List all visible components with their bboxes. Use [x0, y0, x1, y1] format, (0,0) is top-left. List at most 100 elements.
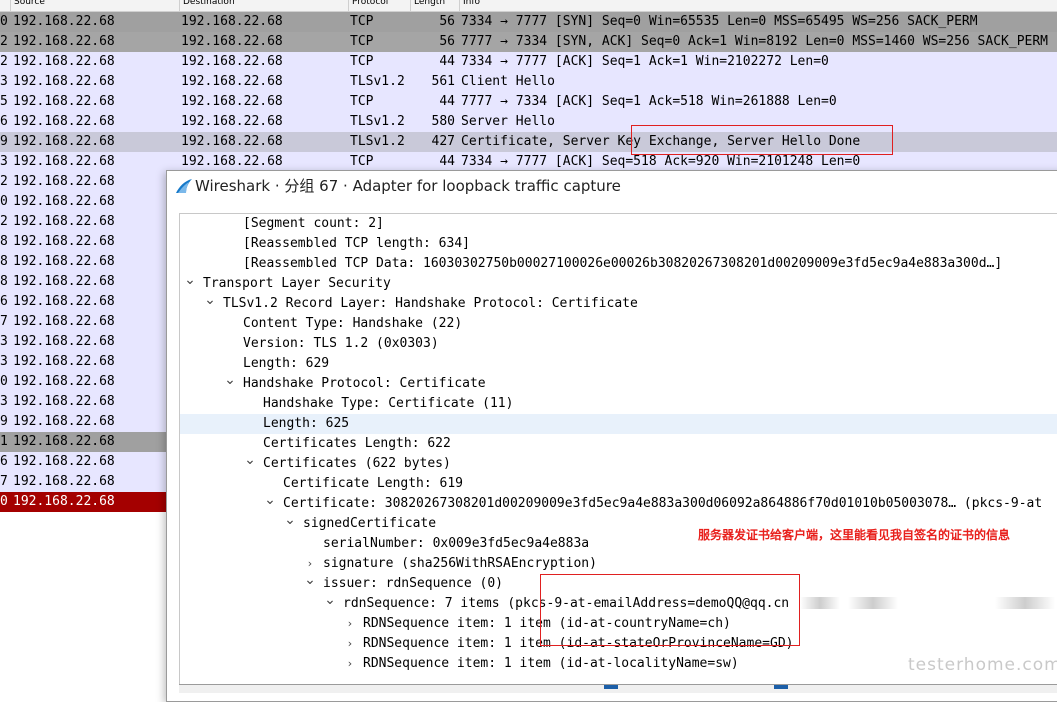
packet-number-tail: 6 — [0, 294, 8, 309]
packet-info: Server Hello — [461, 114, 555, 129]
tree-node[interactable]: [Reassembled TCP length: 634] — [180, 234, 1057, 254]
packet-row[interactable]: 6 192.168.22.68 192.168.22.68 TLSv1.2 580 Ser… — [0, 112, 1057, 132]
window-title-bar[interactable]: Wireshark · 分组 67 · Adapter for loopback… — [167, 171, 1057, 201]
expand-chevron-down-icon[interactable]: ⌄ — [204, 290, 216, 310]
column-header-destination[interactable]: Destination — [179, 0, 235, 11]
packet-info: Client Hello — [461, 74, 555, 89]
packet-row[interactable]: 9 192.168.22.68 192.168.22.68 TLSv1.2 427 Cer… — [0, 132, 1057, 152]
packet-length: 561 — [431, 74, 455, 89]
tree-node-label: TLSv1.2 Record Layer: Handshake Protocol… — [223, 296, 638, 311]
packet-source: 192.168.22.68 — [13, 194, 115, 209]
column-header-length[interactable]: Length — [410, 0, 445, 11]
expand-chevron-down-icon[interactable]: ⌄ — [264, 490, 276, 510]
packet-row[interactable]: 3 192.168.22.68 192.168.22.68 TCP 44 7334 → 7… — [0, 152, 1057, 172]
packet-row[interactable]: 2 192.168.22.68 192.168.22.68 TCP 44 7334 → 7… — [0, 52, 1057, 72]
packet-destination: 192.168.22.68 — [181, 134, 283, 149]
packet-number-tail: 3 — [0, 74, 8, 89]
packet-source: 192.168.22.68 — [13, 14, 115, 29]
packet-number-tail: 8 — [0, 234, 8, 249]
packet-length: 427 — [431, 134, 455, 149]
tree-node-label: Certificate Length: 619 — [283, 476, 464, 491]
tree-node[interactable]: Handshake Type: Certificate (11) — [180, 394, 1057, 414]
redaction-blur — [995, 597, 1055, 609]
packet-source: 192.168.22.68 — [13, 414, 115, 429]
packet-protocol: TCP — [350, 34, 374, 49]
tree-node[interactable]: Length: 629 — [180, 354, 1057, 374]
packet-number-tail: 2 — [0, 214, 8, 229]
packet-source: 192.168.22.68 — [13, 454, 115, 469]
packet-number-tail: 2 — [0, 34, 8, 49]
packet-destination: 192.168.22.68 — [181, 74, 283, 89]
packet-row[interactable]: 3 192.168.22.68 192.168.22.68 TLSv1.2 561 Cli… — [0, 72, 1057, 92]
packet-number-tail: 0 — [0, 374, 8, 389]
packet-source: 192.168.22.68 — [13, 154, 115, 169]
packet-length: 44 — [439, 154, 455, 169]
column-header-source[interactable]: Source — [10, 0, 45, 11]
packet-number-tail: 3 — [0, 394, 8, 409]
expand-chevron-down-icon[interactable]: ⌄ — [244, 450, 256, 470]
packet-destination: 192.168.22.68 — [181, 154, 283, 169]
packet-source: 192.168.22.68 — [13, 254, 115, 269]
packet-source: 192.168.22.68 — [13, 174, 115, 189]
packet-number-tail: 9 — [0, 414, 8, 429]
tree-node[interactable]: [Reassembled TCP Data: 16030302750b00027… — [180, 254, 1057, 274]
column-header-protocol[interactable]: Protocol — [348, 0, 388, 11]
packet-number-tail: 2 — [0, 174, 8, 189]
tree-node-label: Certificates Length: 622 — [263, 436, 451, 451]
packet-source: 192.168.22.68 — [13, 214, 115, 229]
expand-chevron-down-icon[interactable]: ⌄ — [304, 570, 316, 590]
packet-row[interactable]: 2 192.168.22.68 192.168.22.68 TCP 56 7777 → 7… — [0, 32, 1057, 52]
redaction-blur — [848, 597, 898, 609]
packet-length: 580 — [431, 114, 455, 129]
tree-node[interactable]: ⌄ Certificates (622 bytes) — [180, 452, 1057, 474]
pane-splitter[interactable] — [179, 684, 1057, 693]
packet-source: 192.168.22.68 — [13, 134, 115, 149]
splitter-handle[interactable] — [774, 685, 788, 689]
packet-number-tail: 6 — [0, 114, 8, 129]
tree-node[interactable]: Certificate Length: 619 — [180, 474, 1057, 494]
tree-node[interactable]: ⌄ TLSv1.2 Record Layer: Handshake Protoco… — [180, 292, 1057, 314]
tree-node-label: Certificates (622 bytes) — [263, 456, 451, 471]
expand-chevron-down-icon[interactable]: ⌄ — [324, 590, 336, 610]
tree-node-label: RDNSequence item: 1 item (id-at-locality… — [363, 656, 739, 671]
packet-source: 192.168.22.68 — [13, 494, 115, 509]
packet-destination: 192.168.22.68 — [181, 34, 283, 49]
packet-row[interactable]: 0 192.168.22.68 192.168.22.68 TCP 56 7334 → 7… — [0, 12, 1057, 32]
tree-node-label: Length: 629 — [243, 356, 330, 371]
expand-chevron-down-icon[interactable]: ⌄ — [224, 370, 236, 390]
packet-protocol: TCP — [350, 94, 374, 109]
collapse-chevron-right-icon[interactable]: › — [344, 614, 356, 634]
tree-node[interactable]: ⌄ Handshake Protocol: Certificate — [180, 372, 1057, 394]
tree-node[interactable]: Content Type: Handshake (22) — [180, 314, 1057, 334]
packet-source: 192.168.22.68 — [13, 354, 115, 369]
packet-protocol: TLSv1.2 — [350, 74, 405, 89]
tree-node[interactable]: ⌄ Transport Layer Security — [180, 272, 1057, 294]
expand-chevron-down-icon[interactable]: ⌄ — [284, 510, 296, 530]
packet-row[interactable]: 5 192.168.22.68 192.168.22.68 TCP 44 7777 → 7… — [0, 92, 1057, 112]
packet-number-tail: 7 — [0, 314, 8, 329]
splitter-handle[interactable] — [604, 685, 618, 689]
packet-source: 192.168.22.68 — [13, 274, 115, 289]
packet-protocol: TCP — [350, 154, 374, 169]
tree-node[interactable]: Length: 625 — [180, 414, 1057, 434]
packet-number-tail: 5 — [0, 94, 8, 109]
packet-number-tail: 3 — [0, 154, 8, 169]
packet-number-tail: 3 — [0, 334, 8, 349]
column-header-info[interactable]: Info — [459, 0, 480, 11]
tree-node[interactable]: ⌄ Certificate: 30820267308201d00209009e3f… — [180, 492, 1057, 514]
expand-chevron-down-icon[interactable]: ⌄ — [184, 270, 196, 290]
packet-number-tail: 2 — [0, 54, 8, 69]
tree-node[interactable]: Certificates Length: 622 — [180, 434, 1057, 454]
collapse-chevron-right-icon[interactable]: › — [344, 634, 356, 654]
tree-node-label: signedCertificate — [303, 516, 437, 531]
packet-number-tail: 9 — [0, 134, 8, 149]
packet-number-tail: 0 — [0, 14, 8, 29]
tree-node[interactable]: [Segment count: 2] — [180, 214, 1057, 234]
tree-node[interactable]: Version: TLS 1.2 (0x0303) — [180, 334, 1057, 354]
packet-length: 56 — [439, 14, 455, 29]
tree-node-label: [Segment count: 2] — [243, 216, 384, 231]
packet-source: 192.168.22.68 — [13, 434, 115, 449]
packet-list-header: Source Destination Protocol Length Info — [0, 0, 1057, 12]
packet-number-tail: 0 — [0, 194, 8, 209]
collapse-chevron-right-icon[interactable]: › — [344, 654, 356, 674]
